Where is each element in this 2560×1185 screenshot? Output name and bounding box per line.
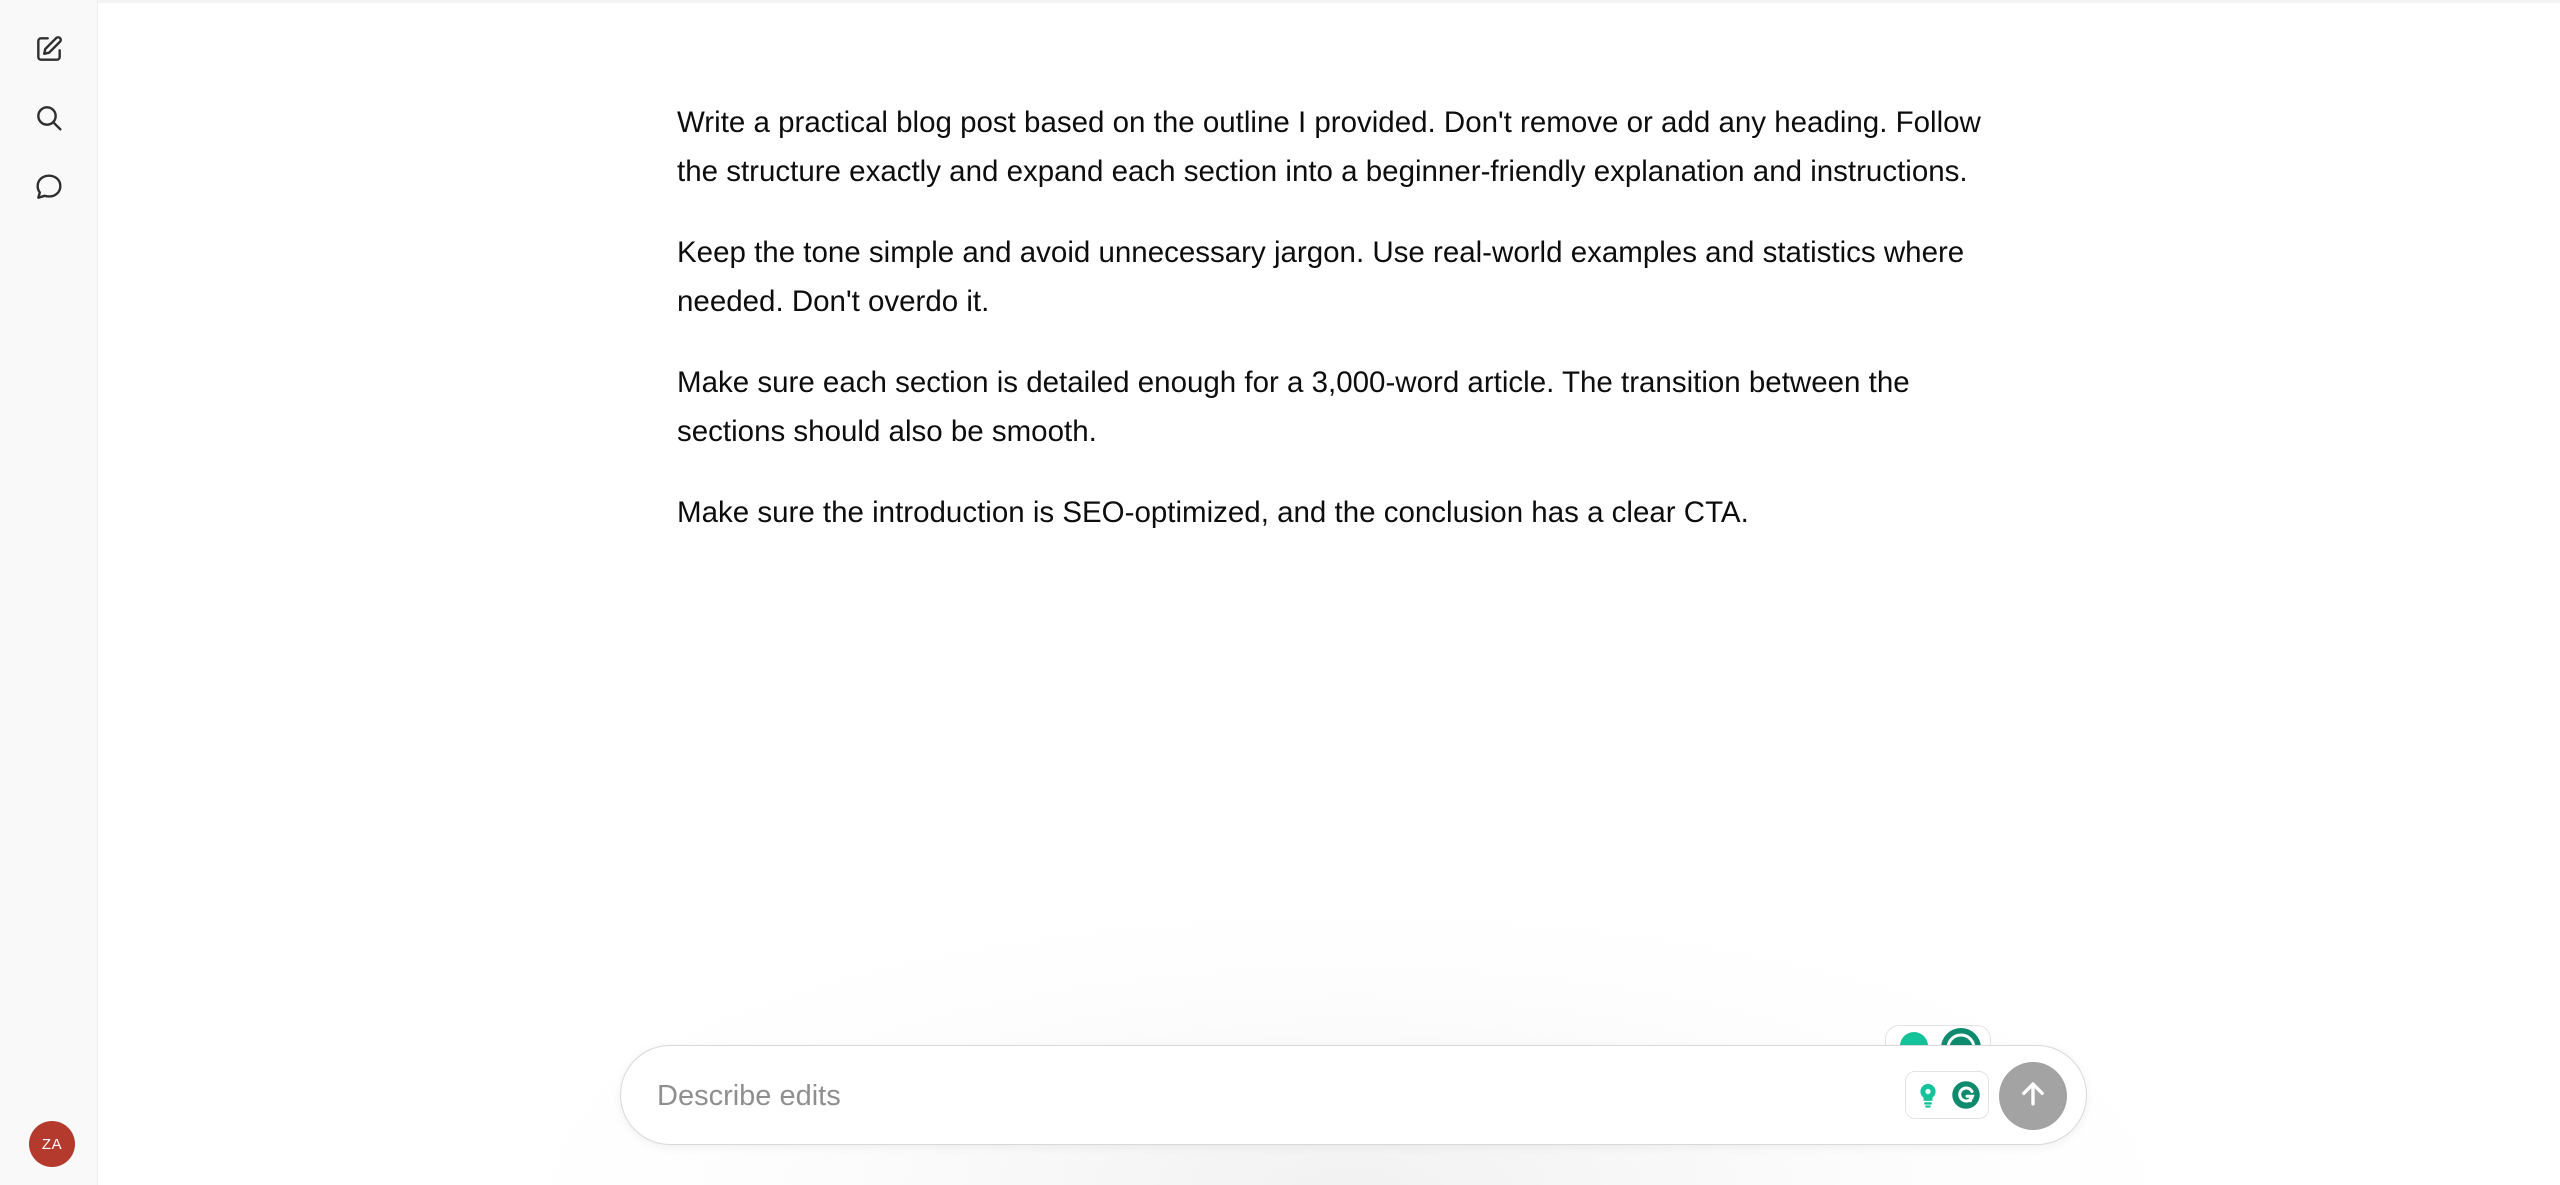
paragraph-length: Make sure each section is detailed enoug… — [677, 366, 1910, 448]
grammarly-widget[interactable] — [1905, 1071, 1989, 1119]
grammarly-tab-peek — [1885, 1025, 1991, 1046]
document-canvas: Write a practical blog post based on the… — [677, 98, 2017, 569]
search-icon — [33, 102, 65, 139]
new-chat-button[interactable] — [24, 26, 74, 76]
top-divider — [98, 0, 2560, 3]
send-button[interactable] — [1999, 1062, 2067, 1130]
chats-button[interactable] — [24, 164, 74, 214]
edit-square-icon — [33, 33, 65, 70]
app-window: ZA Write a practical blog post based on … — [0, 0, 2560, 1185]
chat-bubble-icon — [33, 171, 65, 208]
describe-edits-input[interactable] — [655, 1068, 1859, 1124]
sidebar-rail: ZA — [0, 0, 98, 1185]
user-avatar[interactable]: ZA — [29, 1121, 75, 1167]
edit-composer — [620, 1045, 2087, 1145]
paragraph-seo-cta: Make sure the introduction is SEO-optimi… — [677, 496, 1749, 529]
search-chats-button[interactable] — [24, 95, 74, 145]
paragraph-instructions: Write a practical blog post based on the… — [677, 106, 1981, 188]
lightbulb-icon[interactable] — [1912, 1079, 1944, 1111]
grammarly-g-icon[interactable] — [1950, 1079, 1982, 1111]
arrow-up-icon — [2016, 1077, 2050, 1116]
paragraph-tone: Keep the tone simple and avoid unnecessa… — [677, 236, 1965, 318]
